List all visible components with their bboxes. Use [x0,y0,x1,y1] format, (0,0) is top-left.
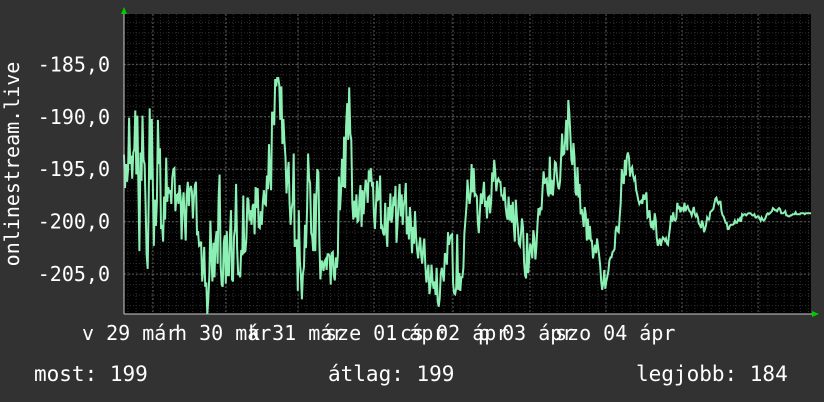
y-tick-label: -205,0 [38,262,110,286]
y-tick-label: -195,0 [38,157,110,181]
x-axis-labels: v 29 márh 30 márk 31 mársze 01 áprcs 02 … [82,321,675,345]
y-axis-arrow-icon [121,7,127,14]
x-tick-label: v 29 már [82,321,178,345]
y-axis-title: onlinestream.live [0,62,24,267]
y-tick-label: -190,0 [38,105,110,129]
chart-frame: -185,0 -190,0 -195,0 -200,0 -205,0 v 29 már h… [0,0,824,402]
x-tick-label: szo 04 ápr [555,321,675,345]
y-axis-labels: -185,0 -190,0 -195,0 -200,0 -205,0 [38,52,110,286]
line-chart: -185,0 -190,0 -195,0 -200,0 -205,0 v 29 márh… [0,7,819,345]
x-axis-arrow-icon [812,311,819,317]
y-tick-label: -200,0 [38,210,110,234]
stat-best: legjobb: 184 [636,362,788,386]
stat-current: most: 199 [34,362,148,386]
y-tick-label: -185,0 [38,52,110,76]
stat-average: átlag: 199 [328,362,455,386]
